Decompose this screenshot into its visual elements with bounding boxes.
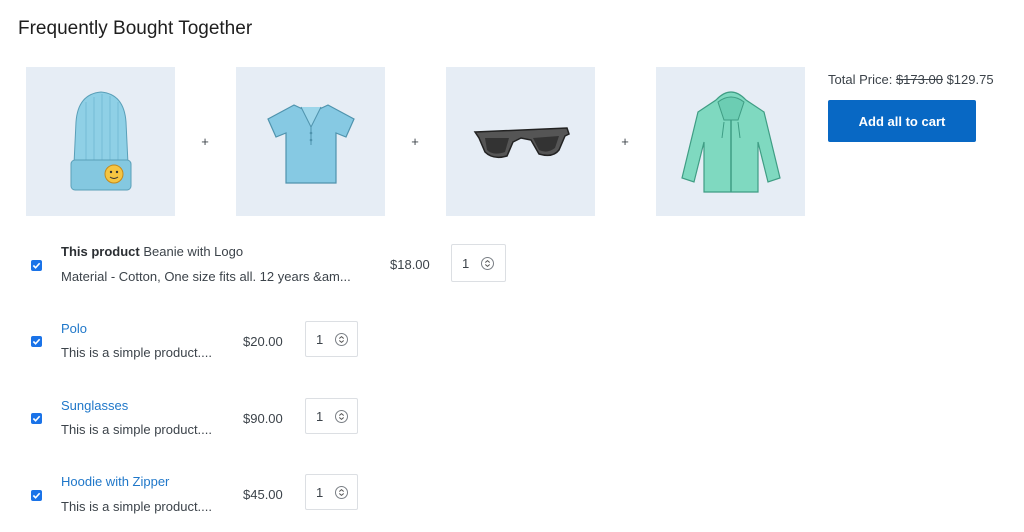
quantity-stepper[interactable]: 1: [305, 321, 358, 357]
hoodie-image[interactable]: [656, 67, 805, 216]
product-link-sunglasses[interactable]: Sunglasses: [61, 398, 128, 413]
quantity-value: 1: [316, 409, 324, 424]
beanie-image[interactable]: [26, 67, 175, 216]
quantity-value: 1: [316, 332, 324, 347]
list-item: Hoodie with Zipper This is a simple prod…: [0, 471, 1024, 531]
product-link-polo[interactable]: Polo: [61, 321, 87, 336]
quantity-value: 1: [316, 485, 324, 500]
product-checkbox[interactable]: [31, 260, 42, 271]
product-description: This is a simple product....: [61, 499, 212, 514]
quantity-stepper[interactable]: 1: [451, 244, 506, 282]
checkmark-icon: [32, 415, 41, 422]
spinner-icon[interactable]: [335, 410, 348, 423]
checkmark-icon: [32, 338, 41, 345]
product-price: $90.00: [243, 411, 283, 426]
quantity-stepper[interactable]: 1: [305, 474, 358, 510]
quantity-value: 1: [462, 256, 470, 271]
section-title: Frequently Bought Together: [18, 18, 253, 39]
add-all-to-cart-button[interactable]: Add all to cart: [828, 100, 976, 142]
checkmark-icon: [32, 492, 41, 499]
polo-image[interactable]: [236, 67, 385, 216]
product-checkbox[interactable]: [31, 413, 42, 424]
product-price: $45.00: [243, 487, 283, 502]
product-description: This is a simple product....: [61, 422, 212, 437]
spinner-icon[interactable]: [335, 333, 348, 346]
plus-sign: +: [201, 134, 209, 149]
product-name: Polo: [61, 321, 87, 336]
product-name: This product Beanie with Logo: [61, 244, 243, 259]
list-item: Sunglasses This is a simple product.... …: [0, 395, 1024, 455]
product-link-hoodie[interactable]: Hoodie with Zipper: [61, 474, 169, 489]
product-name: Sunglasses: [61, 398, 128, 413]
product-price: $18.00: [390, 257, 430, 272]
product-name: Hoodie with Zipper: [61, 474, 169, 489]
discounted-total: $129.75: [946, 72, 994, 87]
sunglasses-image[interactable]: [446, 67, 595, 216]
checkmark-icon: [32, 262, 41, 269]
product-checkbox[interactable]: [31, 490, 42, 501]
product-description: Material - Cotton, One size fits all. 12…: [61, 269, 351, 284]
plus-sign: +: [411, 134, 419, 149]
total-price-label: Total Price:: [828, 72, 893, 87]
product-checkbox[interactable]: [31, 336, 42, 347]
total-price: Total Price: $173.00 $129.75: [828, 72, 994, 87]
original-total: $173.00: [895, 72, 943, 87]
plus-sign: +: [621, 134, 629, 149]
list-item: This product Beanie with Logo Material -…: [0, 240, 1024, 300]
quantity-stepper[interactable]: 1: [305, 398, 358, 434]
spinner-icon[interactable]: [481, 257, 494, 270]
product-description: This is a simple product....: [61, 345, 212, 360]
product-price: $20.00: [243, 334, 283, 349]
list-item: Polo This is a simple product.... $20.00…: [0, 318, 1024, 378]
product-title: Beanie with Logo: [143, 244, 244, 259]
spinner-icon[interactable]: [335, 486, 348, 499]
this-product-label: This product: [61, 244, 140, 259]
